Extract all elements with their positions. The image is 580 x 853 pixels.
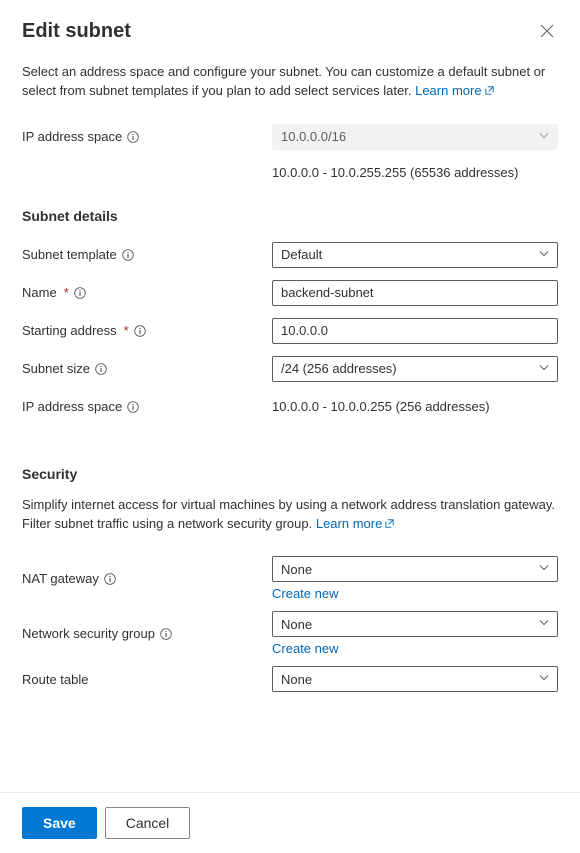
- required-indicator: *: [124, 323, 129, 338]
- nat-gateway-label: NAT gateway: [22, 571, 99, 586]
- intro-text: Select an address space and configure yo…: [22, 63, 558, 102]
- subnet-size-select[interactable]: /24 (256 addresses): [272, 356, 558, 382]
- external-link-icon: [384, 516, 395, 535]
- page-title: Edit subnet: [22, 20, 131, 43]
- security-desc: Simplify internet access for virtual mac…: [22, 496, 558, 535]
- save-button[interactable]: Save: [22, 807, 97, 839]
- info-icon[interactable]: [160, 628, 172, 640]
- intro-learn-more-link[interactable]: Learn more: [415, 83, 494, 98]
- nat-gateway-select[interactable]: None: [272, 556, 558, 582]
- subnet-details-heading: Subnet details: [22, 208, 558, 224]
- info-icon[interactable]: [134, 325, 146, 337]
- nat-create-new-link[interactable]: Create new: [272, 586, 558, 601]
- ip-space-label: IP address space: [22, 129, 122, 144]
- info-icon[interactable]: [127, 401, 139, 413]
- name-label: Name: [22, 285, 57, 300]
- name-input[interactable]: [272, 280, 558, 306]
- start-address-label: Starting address: [22, 323, 117, 338]
- security-body: Simplify internet access for virtual mac…: [22, 497, 555, 531]
- subnet-ip-space-label: IP address space: [22, 399, 122, 414]
- route-table-label: Route table: [22, 672, 89, 687]
- required-indicator: *: [64, 285, 69, 300]
- subnet-size-label: Subnet size: [22, 361, 90, 376]
- close-button[interactable]: [536, 20, 558, 45]
- subnet-template-select[interactable]: Default: [272, 242, 558, 268]
- cancel-button[interactable]: Cancel: [105, 807, 191, 839]
- footer-bar: Save Cancel: [0, 792, 580, 853]
- starting-address-input[interactable]: [272, 318, 558, 344]
- security-learn-more-link[interactable]: Learn more: [316, 516, 395, 531]
- ip-space-select: 10.0.0.0/16: [272, 124, 558, 150]
- info-icon[interactable]: [104, 573, 116, 585]
- nsg-select[interactable]: None: [272, 611, 558, 637]
- info-icon[interactable]: [74, 287, 86, 299]
- ip-space-range: 10.0.0.0 - 10.0.255.255 (65536 addresses…: [272, 165, 558, 180]
- subnet-ip-space-value: 10.0.0.0 - 10.0.0.255 (256 addresses): [272, 399, 558, 414]
- nsg-create-new-link[interactable]: Create new: [272, 641, 558, 656]
- info-icon[interactable]: [122, 249, 134, 261]
- route-table-select[interactable]: None: [272, 666, 558, 692]
- external-link-icon: [484, 83, 495, 102]
- subnet-template-label: Subnet template: [22, 247, 117, 262]
- security-heading: Security: [22, 466, 558, 482]
- close-icon: [540, 24, 554, 38]
- info-icon[interactable]: [95, 363, 107, 375]
- info-icon[interactable]: [127, 131, 139, 143]
- nsg-label: Network security group: [22, 626, 155, 641]
